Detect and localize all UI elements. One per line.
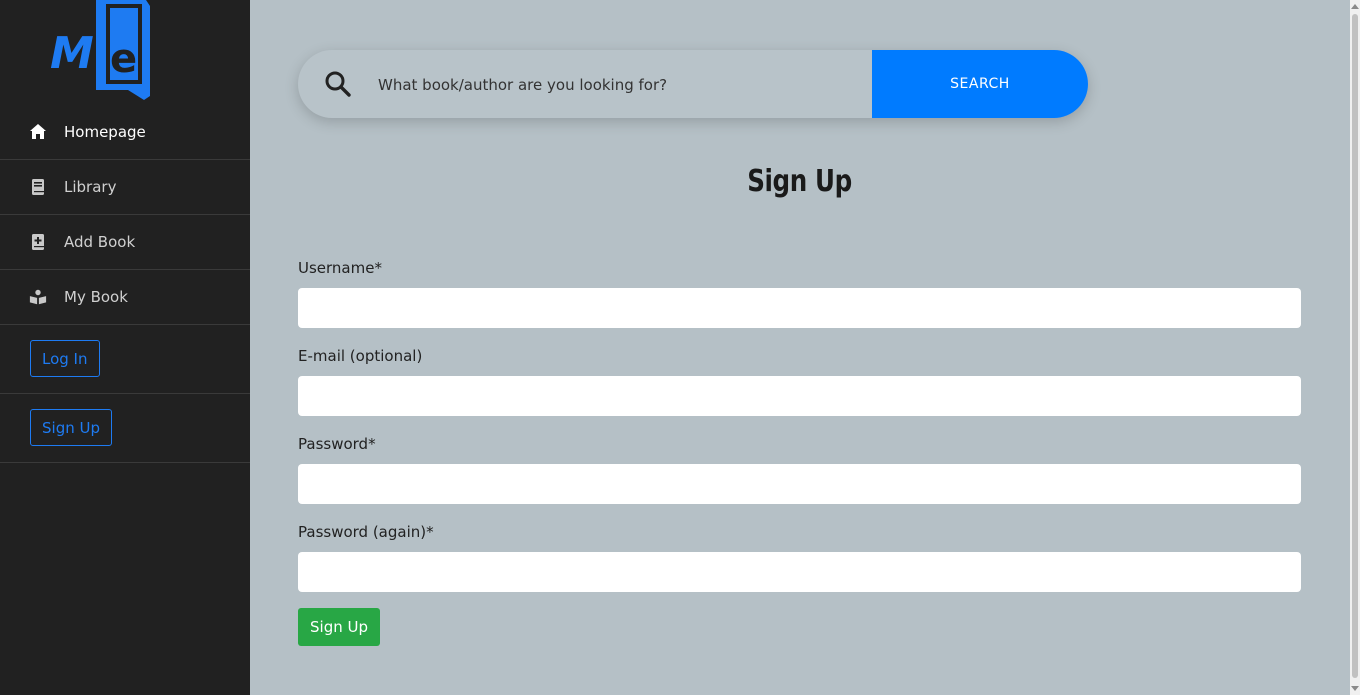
search-bar: SEARCH	[298, 50, 1088, 118]
login-row: Log In	[0, 325, 250, 394]
username-field[interactable]	[298, 288, 1301, 328]
sidebar-item-label: My Book	[64, 288, 128, 306]
sidebar-item-library[interactable]: Library	[0, 160, 250, 215]
email-field[interactable]	[298, 376, 1301, 416]
search-button[interactable]: SEARCH	[872, 50, 1088, 118]
add-book-icon	[29, 233, 47, 251]
signup-row: Sign Up	[0, 394, 250, 463]
sidebar-item-my-book[interactable]: My Book	[0, 270, 250, 325]
app-logo[interactable]: M e	[48, 0, 152, 100]
password-field[interactable]	[298, 464, 1301, 504]
scroll-up-icon[interactable]	[1351, 4, 1359, 9]
vertical-scrollbar[interactable]	[1350, 0, 1360, 695]
password-again-label: Password (again)*	[298, 523, 434, 541]
reading-icon	[29, 288, 47, 306]
sidebar-signup-button[interactable]: Sign Up	[30, 409, 112, 446]
search-icon	[324, 70, 352, 98]
sidebar-item-label: Add Book	[64, 233, 136, 251]
signup-submit-button[interactable]: Sign Up	[298, 608, 380, 646]
sidebar: M e Homepage Library Add Book My Book Lo…	[0, 0, 250, 695]
page-title: Sign Up	[747, 164, 852, 199]
email-label: E-mail (optional)	[298, 347, 423, 365]
book-icon	[29, 178, 47, 196]
scroll-thumb[interactable]	[1352, 14, 1358, 678]
sidebar-item-add-book[interactable]: Add Book	[0, 215, 250, 270]
sidebar-item-label: Library	[64, 178, 117, 196]
scroll-down-icon[interactable]	[1351, 686, 1359, 691]
sidebar-item-homepage[interactable]: Homepage	[0, 105, 250, 160]
username-label: Username*	[298, 259, 382, 277]
home-icon	[29, 123, 47, 141]
password-label: Password*	[298, 435, 376, 453]
main-content: SEARCH Sign Up Username* E-mail (optiona…	[250, 0, 1350, 695]
svg-text:e: e	[110, 36, 137, 82]
sidebar-item-label: Homepage	[64, 123, 146, 141]
login-button[interactable]: Log In	[30, 340, 100, 377]
search-input[interactable]	[376, 68, 860, 102]
svg-text:M: M	[50, 28, 94, 79]
password-again-field[interactable]	[298, 552, 1301, 592]
